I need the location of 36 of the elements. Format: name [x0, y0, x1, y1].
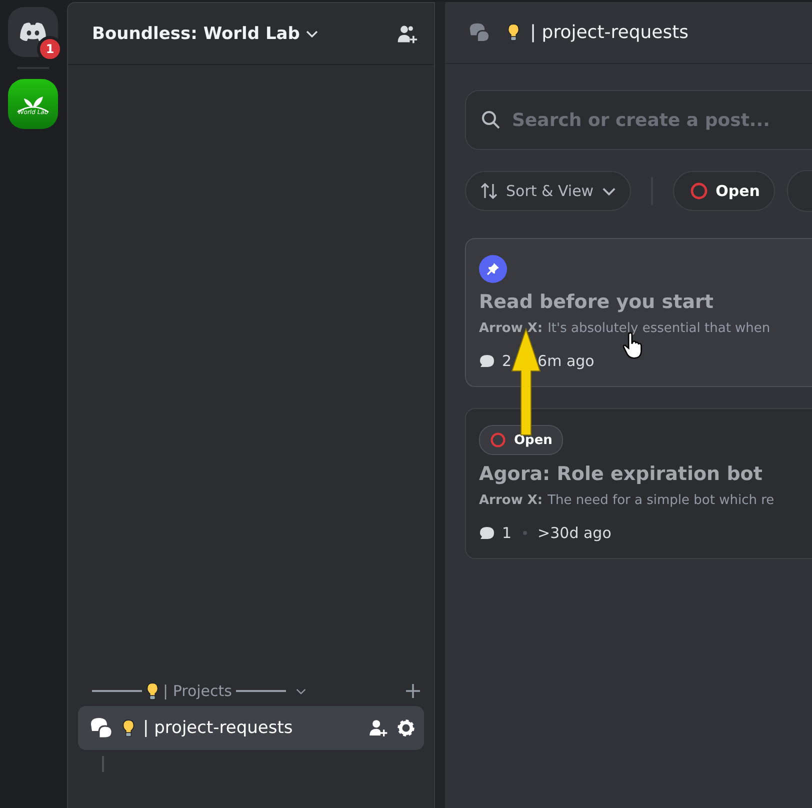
post-title: Read before you start: [479, 291, 714, 313]
controller-face-icon: [19, 22, 47, 42]
comment-count: 2: [502, 352, 512, 370]
chevron-down-icon[interactable]: [296, 688, 306, 694]
channel-item[interactable]: | project-requests: [78, 706, 424, 750]
channel-title: | project-requests: [530, 22, 689, 43]
search-field[interactable]: Search or create a post...: [465, 90, 812, 150]
post-preview: It's absolutely essential that when: [548, 321, 770, 336]
light-bulb-icon: [507, 23, 520, 42]
tag-filter-button[interactable]: Open: [672, 171, 775, 211]
plus-icon[interactable]: [406, 684, 420, 698]
light-bulb-icon: [122, 718, 135, 738]
author-name: Arrow X:: [479, 321, 543, 336]
server-name[interactable]: Boundless: World Lab: [92, 24, 300, 44]
chevron-down-icon: [602, 186, 616, 196]
chat-bubbles-icon: [90, 717, 114, 739]
light-bulb-icon: [146, 682, 159, 700]
category-label[interactable]: | Projects: [163, 682, 232, 700]
settings-icon[interactable]: [396, 718, 416, 738]
author-name: Arrow X:: [479, 493, 543, 508]
comment-icon: [479, 525, 495, 541]
post-time: >30d ago: [538, 524, 612, 542]
comment-count: 1: [502, 524, 512, 542]
sort-arrows-icon: [480, 182, 498, 200]
post-card[interactable]: Read before you start Arrow X: It's absolutely essential that when 2 6m ago: [465, 238, 812, 387]
add-person-icon[interactable]: [368, 718, 388, 738]
status-tag: Open: [479, 425, 564, 455]
chat-bubbles-icon: [469, 22, 491, 43]
post-time: 6m ago: [538, 352, 594, 370]
search-icon: [481, 110, 501, 130]
post-preview: The need for a simple bot which re: [548, 493, 774, 508]
notification-badge: 1: [37, 36, 63, 62]
post-title: Agora: Role expiration bot: [479, 463, 762, 485]
sort-view-button[interactable]: Sort & View: [465, 171, 631, 211]
post-card[interactable]: Open Agora: Role expiration bot Arrow X: The need for a simple bot which re 1 >30d ago: [465, 408, 812, 559]
comment-icon: [479, 353, 495, 369]
